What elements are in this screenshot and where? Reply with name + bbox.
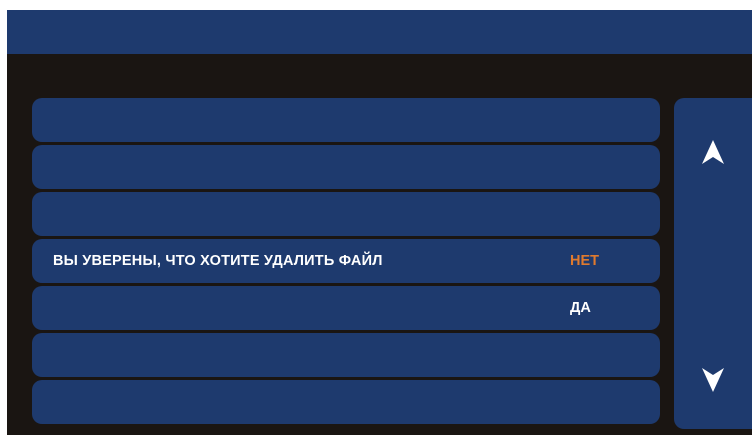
file-list: ВЫ УВЕРЕНЫ, ЧТО ХОТИТЕ УДАЛИТЬ ФАЙЛ НЕТ …	[32, 98, 660, 427]
scroll-down-button[interactable]	[674, 346, 752, 416]
list-row-3[interactable]	[32, 192, 660, 236]
arrow-up-icon	[702, 140, 724, 164]
arrow-down-icon	[702, 368, 724, 392]
no-button[interactable]: НЕТ	[570, 239, 599, 283]
confirm-row: ВЫ УВЕРЕНЫ, ЧТО ХОТИТЕ УДАЛИТЬ ФАЙЛ НЕТ	[32, 239, 660, 283]
list-row-1[interactable]	[32, 98, 660, 142]
device-screen: ВЫ УВЕРЕНЫ, ЧТО ХОТИТЕ УДАЛИТЬ ФАЙЛ НЕТ …	[7, 10, 752, 435]
list-row-2[interactable]	[32, 145, 660, 189]
header-bar	[7, 10, 752, 54]
list-row-7[interactable]	[32, 380, 660, 424]
yes-row: ДА	[32, 286, 660, 330]
scroll-panel	[674, 98, 752, 429]
list-row-6[interactable]	[32, 333, 660, 377]
scroll-up-button[interactable]	[674, 118, 752, 188]
delete-confirm-message: ВЫ УВЕРЕНЫ, ЧТО ХОТИТЕ УДАЛИТЬ ФАЙЛ	[53, 253, 383, 269]
yes-button[interactable]: ДА	[570, 286, 591, 330]
